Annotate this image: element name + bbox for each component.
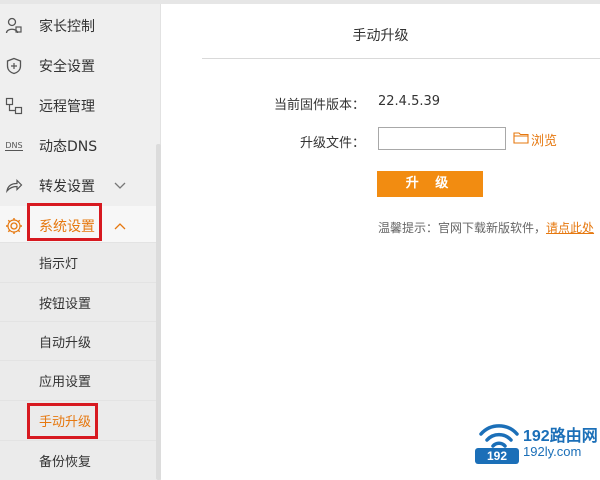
firmware-version-value: 22.4.5.39 bbox=[378, 94, 441, 109]
firmware-version-label: 当前固件版本： bbox=[273, 98, 365, 113]
upgrade-button[interactable]: 升 级 bbox=[377, 171, 483, 197]
watermark-domain: 192ly.com bbox=[523, 444, 582, 459]
subitem-label: 按钮设置 bbox=[39, 297, 92, 312]
user-shield-icon bbox=[4, 16, 24, 36]
title-divider bbox=[202, 58, 600, 59]
page-title: 手动升级 bbox=[352, 28, 409, 44]
forward-icon bbox=[4, 176, 24, 196]
sidebar-item-label: 远程管理 bbox=[39, 99, 95, 115]
chevron-up-icon bbox=[114, 220, 126, 233]
watermark: 192 192路由网 192ly.com bbox=[475, 418, 600, 480]
main-panel: 手动升级 当前固件版本： 22.4.5.39 升级文件： 浏览 升 级 温馨提示… bbox=[161, 4, 600, 480]
shield-icon bbox=[4, 56, 24, 76]
download-link[interactable]: 请点此处 bbox=[546, 221, 594, 235]
sidebar-item-label: 家长控制 bbox=[39, 19, 95, 35]
dns-icon: DNS bbox=[4, 136, 24, 156]
subitem-manual-upgrade[interactable]: 手动升级 bbox=[0, 400, 156, 440]
browse-button[interactable]: 浏览 bbox=[513, 128, 557, 150]
subitem-app-settings[interactable]: 应用设置 bbox=[0, 360, 156, 400]
upgrade-file-label: 升级文件： bbox=[299, 136, 365, 151]
sidebar-item-label: 安全设置 bbox=[39, 59, 95, 75]
subitem-button-settings[interactable]: 按钮设置 bbox=[0, 282, 156, 322]
watermark-brand: 192路由网 bbox=[523, 428, 598, 445]
sidebar-item-parental-control[interactable]: 家长控制 bbox=[0, 6, 156, 46]
sidebar-item-label: 动态DNS bbox=[39, 139, 98, 155]
folder-icon bbox=[513, 131, 531, 148]
sidebar-item-security[interactable]: 安全设置 bbox=[0, 46, 156, 86]
sidebar: 家长控制 安全设置 远程管理 DNS 动态DNS 转发设置 系统设置 指示灯 按… bbox=[0, 4, 161, 480]
tip-prefix: 温馨提示：官网下载新版软件， bbox=[378, 221, 547, 235]
sidebar-item-label: 系统设置 bbox=[39, 219, 95, 235]
dns-icon-text: DNS bbox=[5, 141, 23, 151]
chevron-down-icon bbox=[114, 180, 126, 193]
sidebar-item-ddns[interactable]: DNS 动态DNS bbox=[0, 126, 156, 166]
subitem-indicator-light[interactable]: 指示灯 bbox=[0, 242, 156, 282]
subitem-label: 手动升级 bbox=[39, 415, 92, 430]
browse-label: 浏览 bbox=[531, 133, 558, 149]
watermark-badge: 192 bbox=[475, 448, 519, 464]
subitem-label: 指示灯 bbox=[39, 257, 79, 272]
gear-icon bbox=[4, 216, 24, 236]
remote-icon bbox=[4, 96, 24, 116]
subitem-backup-restore[interactable]: 备份恢复 bbox=[0, 440, 156, 480]
subitem-label: 自动升级 bbox=[39, 336, 92, 351]
tip-text: 温馨提示：官网下载新版软件，请点此处 bbox=[378, 219, 594, 236]
sidebar-item-label: 转发设置 bbox=[39, 179, 95, 195]
subitem-label: 应用设置 bbox=[39, 375, 92, 390]
subitem-label: 备份恢复 bbox=[39, 455, 92, 470]
sidebar-item-forwarding[interactable]: 转发设置 bbox=[0, 166, 156, 206]
sidebar-item-system-settings[interactable]: 系统设置 bbox=[0, 206, 156, 246]
upgrade-file-input[interactable] bbox=[378, 127, 506, 150]
sidebar-item-remote-management[interactable]: 远程管理 bbox=[0, 86, 156, 126]
subitem-auto-upgrade[interactable]: 自动升级 bbox=[0, 321, 156, 361]
